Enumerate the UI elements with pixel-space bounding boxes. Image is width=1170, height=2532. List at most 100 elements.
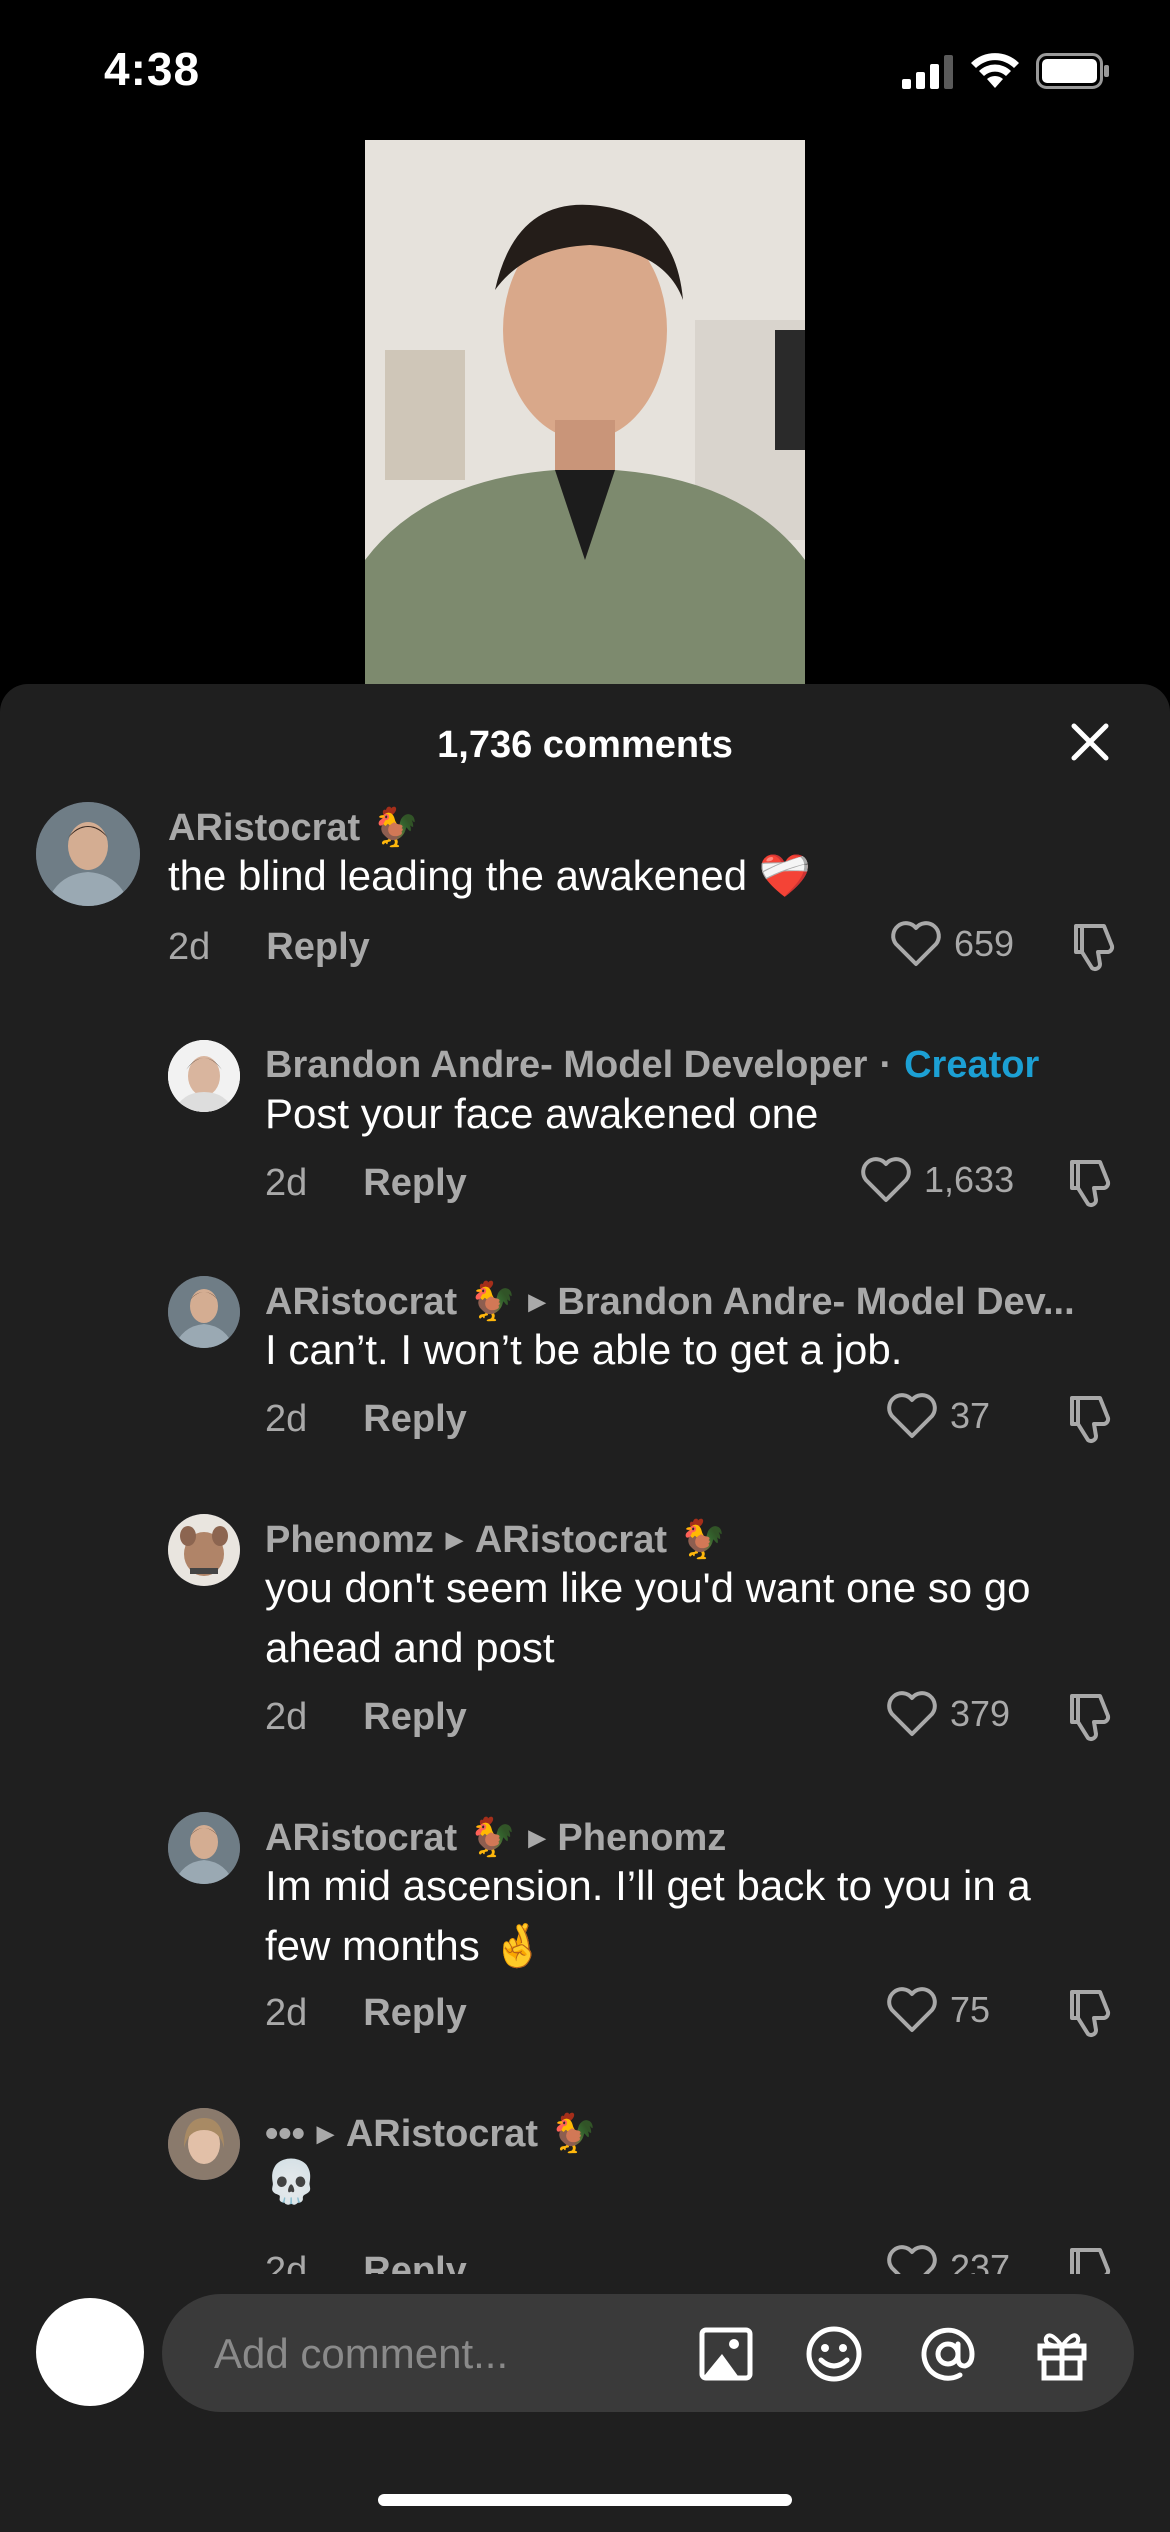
comment-meta: 2d Reply	[265, 1992, 467, 2035]
comment-meta: 2d Reply	[265, 1162, 467, 1205]
image-icon[interactable]	[696, 2324, 756, 2384]
like-count: 75	[950, 1989, 991, 2030]
like-button[interactable]: 75	[886, 1986, 990, 2034]
reply-to-name[interactable]: ARistocrat	[346, 2113, 538, 2156]
comment-text: I can’t. I won’t be able to get a job.	[265, 1326, 903, 1373]
reply-to-emoji: 🐓	[678, 1519, 727, 1561]
reply-to-name[interactable]: Brandon Andre- Model Dev...	[557, 1281, 1074, 1324]
comment-text: Post your face awakened one	[265, 1090, 819, 1137]
reply-button[interactable]: Reply	[363, 1162, 466, 1205]
reply-button[interactable]: Reply	[363, 2250, 466, 2274]
comment-age: 2d	[265, 2250, 308, 2274]
video-thumbnail[interactable]	[365, 140, 805, 685]
status-time: 4:38	[104, 43, 201, 95]
like-count: 1,633	[924, 1159, 1015, 1200]
reply-arrow-icon: ▶	[316, 2121, 334, 2146]
heart-icon	[861, 1157, 911, 1202]
comment-meta: 2d Reply	[265, 1398, 467, 1441]
comment-emoji: ❤️‍🩹	[758, 852, 812, 899]
heart-icon	[887, 1393, 937, 1438]
comment-text-line-2: few months	[265, 1922, 480, 1969]
comment-meta: 2d Reply	[168, 926, 370, 969]
comment-author[interactable]: Phenomz ▶ ARistocrat 🐓	[265, 1518, 726, 1562]
comment-text: Im mid ascension. I’ll get back to you i…	[265, 1856, 1031, 1976]
reply-arrow-icon: ▶	[445, 1527, 463, 1552]
dislike-icon[interactable]	[1064, 1156, 1118, 1210]
comment-text: the blind leading the awakened ❤️‍🩹	[168, 846, 811, 906]
gift-icon[interactable]	[1032, 2324, 1092, 2384]
comment-author[interactable]: ••• ▶ ARistocrat 🐓	[265, 2112, 597, 2156]
comment-input[interactable]	[212, 2294, 636, 2414]
comment-text-line: few months 🤞	[265, 1916, 1031, 1976]
avatar[interactable]	[168, 1276, 240, 1348]
signal-icon	[902, 55, 953, 89]
reply-arrow-icon: ▶	[528, 1289, 546, 1314]
dislike-icon[interactable]	[1064, 1392, 1118, 1446]
reply-to-name[interactable]: ARistocrat	[475, 1519, 667, 1562]
comment-author[interactable]: ARistocrat 🐓 ▶ Phenomz	[265, 1816, 726, 1860]
like-count: 379	[950, 1693, 1011, 1734]
like-count: 237	[950, 2247, 1011, 2274]
dislike-icon[interactable]	[1064, 1986, 1118, 2040]
avatar[interactable]	[36, 802, 140, 906]
status-icons	[902, 52, 1110, 90]
comment-input-container[interactable]	[162, 2294, 1134, 2414]
author-name[interactable]: •••	[265, 2113, 305, 2156]
dislike-icon[interactable]	[1068, 920, 1122, 974]
creator-badge: Creator	[904, 1044, 1040, 1086]
like-button[interactable]: 37	[886, 1392, 990, 1440]
status-bar: 4:38	[0, 0, 1170, 140]
dislike-icon[interactable]	[1064, 1690, 1118, 1744]
avatar[interactable]	[168, 2108, 240, 2180]
like-button[interactable]: 237	[886, 2244, 1010, 2274]
author-name[interactable]: ARistocrat	[265, 1281, 457, 1324]
comment-text-body: the blind leading the awakened	[168, 852, 748, 899]
like-button[interactable]: 1,633	[860, 1156, 1014, 1204]
reply-to-name[interactable]: Phenomz	[557, 1817, 726, 1860]
like-count: 659	[954, 923, 1015, 964]
author-emoji: 🐓	[372, 807, 420, 849]
reply-button[interactable]: Reply	[363, 1696, 466, 1739]
heart-icon	[887, 2245, 937, 2274]
battery-icon	[1036, 53, 1109, 89]
heart-icon	[891, 921, 941, 966]
author-name[interactable]: ARistocrat	[168, 807, 360, 850]
comments-list[interactable]: ARistocrat 🐓 the blind leading the awake…	[0, 684, 1170, 2274]
comment-text: 💀	[265, 2158, 318, 2205]
reply-button[interactable]: Reply	[363, 1992, 466, 2035]
heart-icon	[887, 1987, 937, 2032]
my-avatar[interactable]	[36, 2298, 144, 2406]
like-button[interactable]: 379	[886, 1690, 1010, 1738]
comment-meta: 2d Reply	[265, 1696, 467, 1739]
avatar[interactable]	[168, 1812, 240, 1884]
dislike-icon[interactable]	[1064, 2244, 1118, 2274]
heart-icon	[887, 1691, 937, 1736]
emoji-icon[interactable]	[804, 2324, 864, 2384]
author-name[interactable]: Brandon Andre- Model Developer	[265, 1044, 867, 1087]
comment-meta: 2d Reply	[265, 2250, 467, 2274]
avatar[interactable]	[168, 1040, 240, 1112]
comment-author[interactable]: Brandon Andre- Model Developer · Creator	[265, 1044, 1039, 1087]
comment-age: 2d	[265, 1162, 308, 1204]
comments-sheet: 1,736 comments ARistocrat 🐓 the blind le…	[0, 684, 1170, 2532]
comment-author[interactable]: ARistocrat 🐓 ▶ Brandon Andre- Model Dev.…	[265, 1280, 1075, 1324]
author-name[interactable]: Phenomz	[265, 1519, 434, 1562]
home-indicator	[378, 2494, 792, 2506]
like-button[interactable]: 659	[890, 920, 1014, 968]
reply-to-emoji: 🐓	[550, 2113, 598, 2155]
comment-text-line: ahead and post	[265, 1624, 555, 1671]
comment-age: 2d	[265, 1696, 308, 1738]
comment-text: you don't seem like you'd want one so go…	[265, 1558, 1031, 1678]
like-count: 37	[950, 1395, 991, 1436]
author-name[interactable]: ARistocrat	[265, 1817, 457, 1860]
comment-author[interactable]: ARistocrat 🐓	[168, 806, 419, 850]
author-emoji: 🐓	[469, 1817, 517, 1859]
reply-button[interactable]: Reply	[266, 926, 369, 969]
reply-button[interactable]: Reply	[363, 1398, 466, 1441]
comment-composer	[0, 2274, 1170, 2532]
comment-age: 2d	[265, 1398, 308, 1440]
separator: ·	[879, 1044, 893, 1086]
mention-icon[interactable]	[918, 2324, 978, 2384]
comment-text-line: you don't seem like you'd want one so go	[265, 1564, 1031, 1611]
avatar[interactable]	[168, 1514, 240, 1586]
